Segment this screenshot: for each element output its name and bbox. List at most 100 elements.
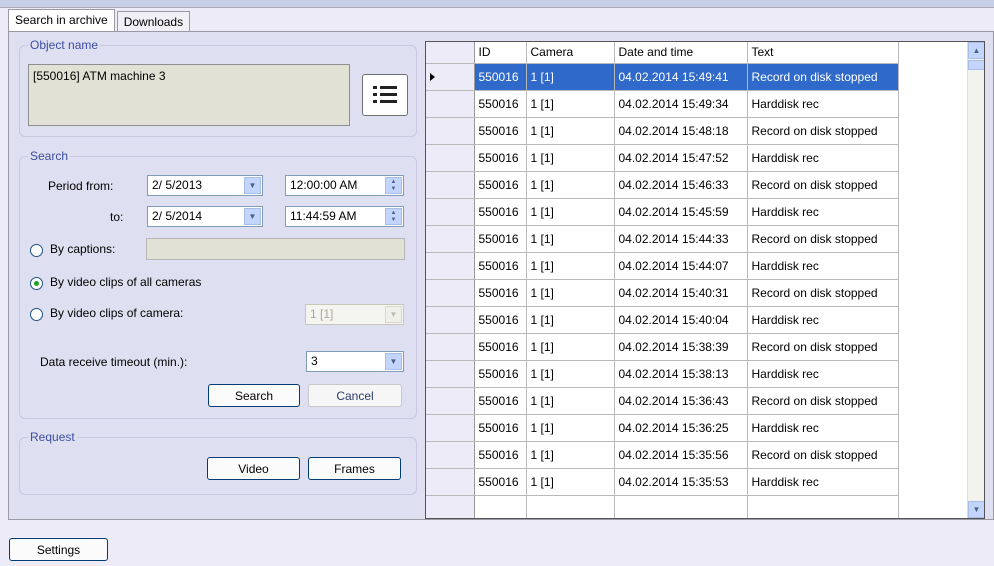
- scroll-thumb[interactable]: [968, 60, 984, 70]
- by-all-cameras-radio[interactable]: [30, 277, 43, 290]
- cell-text[interactable]: Record on disk stopped: [747, 441, 899, 469]
- cell-date-time[interactable]: 04.02.2014 15:40:04: [614, 306, 748, 334]
- row-header[interactable]: [426, 279, 475, 307]
- scroll-down-icon[interactable]: ▼: [968, 501, 984, 518]
- cell-camera[interactable]: 1 [1]: [526, 441, 615, 469]
- row-header[interactable]: [426, 306, 475, 334]
- cancel-button[interactable]: Cancel: [308, 384, 402, 407]
- cell-camera[interactable]: 1 [1]: [526, 360, 615, 388]
- column-header-text[interactable]: Text: [747, 42, 899, 64]
- cell-id[interactable]: 550016: [474, 414, 527, 442]
- to-date-picker[interactable]: 2/ 5/2014 ▼: [147, 206, 263, 227]
- cell-camera[interactable]: 1 [1]: [526, 252, 615, 280]
- timeout-select[interactable]: 3 ▼: [306, 351, 404, 372]
- cell-camera[interactable]: 1 [1]: [526, 306, 615, 334]
- row-header[interactable]: [426, 90, 475, 118]
- chevron-down-icon[interactable]: ▼: [385, 306, 402, 323]
- search-button[interactable]: Search: [208, 384, 300, 407]
- captions-input[interactable]: [146, 238, 405, 260]
- cell-id[interactable]: 550016: [474, 198, 527, 226]
- table-row[interactable]: 550016 1 [1] 04.02.2014 15:36:43 Record on …: [426, 387, 899, 415]
- tab-downloads[interactable]: Downloads: [116, 11, 191, 31]
- row-header[interactable]: [426, 225, 475, 253]
- chevron-down-icon[interactable]: ▼: [244, 177, 261, 194]
- cell-date-time[interactable]: 04.02.2014 15:48:18: [614, 117, 748, 145]
- cell-camera[interactable]: 1 [1]: [526, 468, 615, 496]
- cell-text[interactable]: Harddisk rec: [747, 414, 899, 442]
- cell-id[interactable]: 550016: [474, 387, 527, 415]
- cell-text[interactable]: Record on disk stopped: [747, 117, 899, 145]
- cell-text[interactable]: Harddisk rec: [747, 144, 899, 172]
- frames-button[interactable]: Frames: [308, 457, 401, 480]
- column-header-date-time[interactable]: Date and time: [614, 42, 748, 64]
- cell-text[interactable]: Record on disk stopped: [747, 333, 899, 361]
- row-header[interactable]: [426, 144, 475, 172]
- tab-search-in-archive[interactable]: Search in archive: [8, 9, 115, 32]
- row-header[interactable]: [426, 171, 475, 199]
- results-grid[interactable]: ID Camera Date and time Text 550016 1 [1]…: [425, 41, 985, 519]
- cell-id[interactable]: 550016: [474, 63, 527, 91]
- cell-date-time[interactable]: 04.02.2014 15:38:39: [614, 333, 748, 361]
- table-row[interactable]: 550016 1 [1] 04.02.2014 15:40:04 Harddisk r…: [426, 306, 899, 334]
- row-header[interactable]: [426, 360, 475, 388]
- table-row[interactable]: 550016 1 [1] 04.02.2014 15:46:33 Record on …: [426, 171, 899, 199]
- scroll-up-icon[interactable]: ▲: [968, 42, 984, 59]
- cell-text[interactable]: Record on disk stopped: [747, 225, 899, 253]
- cell-id[interactable]: 550016: [474, 468, 527, 496]
- cell-camera[interactable]: 1 [1]: [526, 144, 615, 172]
- cell-text[interactable]: Harddisk rec: [747, 90, 899, 118]
- cell-id[interactable]: 550016: [474, 90, 527, 118]
- cell-text[interactable]: Harddisk rec: [747, 306, 899, 334]
- cell-text[interactable]: Record on disk stopped: [747, 279, 899, 307]
- table-row[interactable]: 550016 1 [1] 04.02.2014 15:49:34 Harddisk r…: [426, 90, 899, 118]
- cell-date-time[interactable]: 04.02.2014 15:49:41: [614, 63, 748, 91]
- cell-text[interactable]: Harddisk rec: [747, 468, 899, 496]
- from-time-spinner[interactable]: 12:00:00 AM ▲ ▼: [285, 175, 404, 196]
- cell-date-time[interactable]: 04.02.2014 15:36:43: [614, 387, 748, 415]
- cell-date-time[interactable]: 04.02.2014 15:44:33: [614, 225, 748, 253]
- cell-id[interactable]: 550016: [474, 144, 527, 172]
- row-header[interactable]: [426, 387, 475, 415]
- table-row[interactable]: 550016 1 [1] 04.02.2014 15:48:18 Record on …: [426, 117, 899, 145]
- cell-id[interactable]: 550016: [474, 306, 527, 334]
- row-header[interactable]: [426, 198, 475, 226]
- vertical-scrollbar[interactable]: ▲ ▼: [967, 42, 984, 518]
- cell-text[interactable]: Harddisk rec: [747, 198, 899, 226]
- cell-id[interactable]: 550016: [474, 252, 527, 280]
- cell-camera[interactable]: 1 [1]: [526, 333, 615, 361]
- table-row[interactable]: 550016 1 [1] 04.02.2014 15:35:53 Harddisk r…: [426, 468, 899, 496]
- row-header[interactable]: [426, 117, 475, 145]
- row-header[interactable]: [426, 414, 475, 442]
- table-row[interactable]: 550016 1 [1] 04.02.2014 15:47:52 Harddisk r…: [426, 144, 899, 172]
- cell-text[interactable]: Record on disk stopped: [747, 63, 899, 91]
- table-row[interactable]: 550016 1 [1] 04.02.2014 15:49:41 Record on …: [426, 63, 899, 91]
- chevron-down-icon[interactable]: ▼: [385, 353, 402, 370]
- table-row[interactable]: 550016 1 [1] 04.02.2014 15:44:07 Harddisk r…: [426, 252, 899, 280]
- table-row[interactable]: 550016 1 [1] 04.02.2014 15:45:59 Harddisk r…: [426, 198, 899, 226]
- chevron-down-icon[interactable]: ▼: [244, 208, 261, 225]
- cell-camera[interactable]: 1 [1]: [526, 387, 615, 415]
- column-header-camera[interactable]: Camera: [526, 42, 615, 64]
- table-row[interactable]: 550016 1 [1] 04.02.2014 15:44:33 Record on …: [426, 225, 899, 253]
- cell-date-time[interactable]: 04.02.2014 15:49:34: [614, 90, 748, 118]
- cell-id[interactable]: 550016: [474, 117, 527, 145]
- by-captions-radio[interactable]: [30, 244, 43, 257]
- from-date-picker[interactable]: 2/ 5/2013 ▼: [147, 175, 263, 196]
- cell-camera[interactable]: 1 [1]: [526, 198, 615, 226]
- cell-date-time[interactable]: 04.02.2014 15:45:59: [614, 198, 748, 226]
- cell-camera[interactable]: 1 [1]: [526, 90, 615, 118]
- cell-date-time[interactable]: 04.02.2014 15:35:56: [614, 441, 748, 469]
- cell-text[interactable]: Harddisk rec: [747, 360, 899, 388]
- settings-button[interactable]: Settings: [9, 538, 108, 561]
- row-header[interactable]: [426, 441, 475, 469]
- row-header[interactable]: [426, 468, 475, 496]
- cell-date-time[interactable]: 04.02.2014 15:40:31: [614, 279, 748, 307]
- table-row[interactable]: 550016 1 [1] 04.02.2014 15:36:25 Harddisk r…: [426, 414, 899, 442]
- cell-camera[interactable]: 1 [1]: [526, 171, 615, 199]
- cell-text[interactable]: Record on disk stopped: [747, 387, 899, 415]
- cell-id[interactable]: 550016: [474, 225, 527, 253]
- cell-date-time[interactable]: 04.02.2014 15:44:07: [614, 252, 748, 280]
- spin-updown-icon[interactable]: ▲ ▼: [385, 208, 402, 225]
- cell-camera[interactable]: 1 [1]: [526, 414, 615, 442]
- spin-updown-icon[interactable]: ▲ ▼: [385, 177, 402, 194]
